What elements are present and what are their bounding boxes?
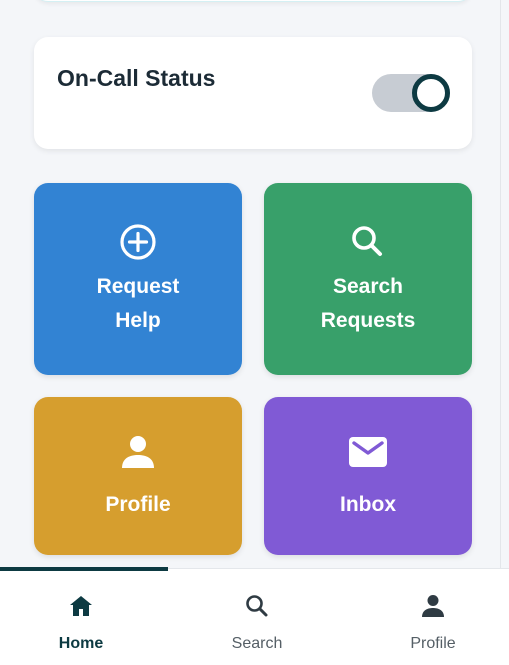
inbox-tile[interactable]: Inbox bbox=[264, 397, 472, 555]
nav-profile[interactable]: Profile bbox=[373, 591, 493, 653]
search-icon bbox=[352, 226, 382, 256]
bottom-navigation: Home Search Profile bbox=[0, 567, 509, 665]
home-content: On-Call Status Request Help Search Reque… bbox=[0, 0, 500, 568]
on-call-status-card: On-Call Status bbox=[34, 37, 472, 149]
active-tab-indicator bbox=[0, 567, 168, 571]
profile-label: Profile bbox=[105, 493, 171, 516]
profile-tile[interactable]: Profile bbox=[34, 397, 242, 555]
previous-card bbox=[34, 0, 472, 2]
on-call-toggle[interactable] bbox=[372, 74, 450, 112]
nav-home-label: Home bbox=[58, 635, 104, 652]
plus-circle-icon bbox=[120, 224, 156, 260]
toggle-knob bbox=[412, 74, 450, 112]
person-icon bbox=[122, 436, 154, 468]
inbox-label: Inbox bbox=[340, 493, 396, 516]
nav-search-label: Search bbox=[231, 635, 283, 652]
scrollbar[interactable] bbox=[500, 0, 509, 568]
search-requests-tile[interactable]: Search Requests bbox=[264, 183, 472, 375]
person-icon bbox=[422, 595, 444, 617]
search-icon bbox=[246, 595, 268, 617]
nav-search[interactable]: Search bbox=[197, 591, 317, 653]
request-help-tile[interactable]: Request Help bbox=[34, 183, 242, 375]
nav-home[interactable]: Home bbox=[21, 591, 141, 653]
nav-profile-label: Profile bbox=[410, 635, 456, 652]
home-icon bbox=[70, 596, 92, 616]
on-call-status-title: On-Call Status bbox=[57, 65, 216, 91]
search-requests-label: Search Requests bbox=[320, 275, 416, 332]
request-help-label: Request Help bbox=[96, 275, 180, 332]
mail-icon bbox=[349, 437, 387, 467]
